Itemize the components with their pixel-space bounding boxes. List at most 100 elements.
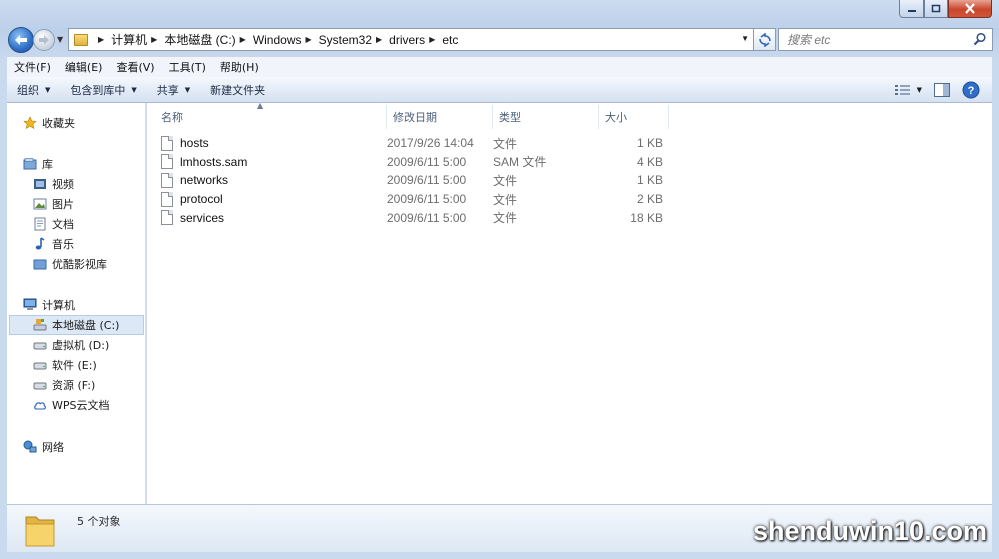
address-bar[interactable]: ▶ 计算机 ▶ 本地磁盘 (C:) ▶ Windows ▶ System32 ▶…: [68, 28, 754, 51]
sidebar-item-label: 虚拟机 (D:): [52, 339, 110, 352]
menu-view[interactable]: 查看(V): [109, 59, 161, 75]
chevron-right-icon[interactable]: ▶: [240, 35, 246, 44]
chevron-right-icon[interactable]: ▶: [98, 35, 104, 44]
file-list: hosts 2017/9/26 14:04 文件 1 KB lmhosts.sa…: [161, 134, 663, 227]
document-icon: [34, 217, 46, 231]
chevron-down-icon: ▼: [131, 85, 137, 94]
file-name: networks: [180, 173, 229, 188]
search-input[interactable]: 搜索 etc: [778, 28, 993, 51]
sidebar-item-label: 文档: [52, 218, 74, 231]
column-header-date[interactable]: 修改日期: [387, 105, 493, 129]
details-view-icon: [894, 85, 910, 95]
file-size: 4 KB: [636, 154, 663, 169]
maximize-icon: [931, 4, 941, 12]
file-row[interactable]: networks 2009/6/11 5:00 文件 1 KB: [161, 171, 663, 190]
preview-pane-icon[interactable]: [934, 83, 950, 97]
address-history-dropdown[interactable]: ▼: [741, 34, 749, 43]
file-size: 1 KB: [636, 173, 663, 188]
breadcrumb-drivers[interactable]: drivers: [389, 33, 425, 47]
sidebar-item-wps-cloud[interactable]: WPS云文档: [7, 395, 146, 415]
file-date: 2017/9/26 14:04: [387, 136, 474, 151]
chevron-right-icon[interactable]: ▶: [376, 35, 382, 44]
sidebar-item-youku-library[interactable]: 优酷影视库: [7, 254, 146, 274]
sidebar-item-documents[interactable]: 文档: [7, 214, 146, 234]
minimize-button[interactable]: [899, 0, 924, 18]
refresh-button[interactable]: [754, 28, 776, 51]
arrow-left-icon: [15, 35, 27, 45]
recent-locations-dropdown[interactable]: ▼: [57, 35, 63, 44]
change-view-button[interactable]: ▼: [894, 84, 922, 96]
file-type: 文件: [493, 211, 518, 226]
chevron-down-icon: ▼: [916, 86, 922, 94]
sidebar-item-local-disk-c[interactable]: 本地磁盘 (C:): [9, 315, 144, 335]
minimize-icon: [907, 9, 916, 12]
sidebar-item-drive-d[interactable]: 虚拟机 (D:): [7, 335, 146, 355]
maximize-button[interactable]: [924, 0, 948, 18]
include-in-library-button[interactable]: 包含到库中 ▼: [60, 82, 146, 98]
new-folder-label: 新建文件夹: [210, 83, 266, 97]
file-row[interactable]: services 2009/6/11 5:00 文件 18 KB: [161, 208, 663, 227]
sidebar-item-music[interactable]: 音乐: [7, 234, 146, 254]
sidebar-item-drive-e[interactable]: 软件 (E:): [7, 355, 146, 375]
chevron-right-icon[interactable]: ▶: [151, 35, 157, 44]
include-in-library-label: 包含到库中: [70, 83, 126, 97]
sidebar-item-videos[interactable]: 视频: [7, 174, 146, 194]
breadcrumb-windows[interactable]: Windows: [253, 33, 302, 47]
network-group: 网络: [7, 437, 146, 457]
file-name-cell: networks: [161, 172, 387, 188]
sidebar-item-pictures[interactable]: 图片: [7, 194, 146, 214]
back-button[interactable]: [8, 27, 34, 53]
media-library-icon: [33, 259, 47, 270]
file-icon: [161, 191, 173, 207]
explorer-window: ▼ ▶ 计算机 ▶ 本地磁盘 (C:) ▶ Windows ▶ System32…: [0, 0, 999, 559]
share-button[interactable]: 共享 ▼: [147, 82, 200, 98]
menu-help[interactable]: 帮助(H): [213, 59, 266, 75]
breadcrumb-etc[interactable]: etc: [442, 33, 458, 47]
libraries-group: 库 视频 图片 文档 音乐 优酷影视库: [7, 154, 146, 274]
system-drive-icon: [33, 319, 47, 331]
chevron-down-icon: ▼: [45, 85, 51, 94]
video-icon: [34, 179, 46, 189]
menu-file[interactable]: 文件(F): [7, 59, 58, 75]
file-size: 1 KB: [636, 136, 663, 151]
forward-button[interactable]: [33, 29, 55, 51]
sidebar-item-libraries[interactable]: 库: [7, 154, 146, 174]
file-type: 文件: [493, 173, 518, 188]
sidebar-item-computer[interactable]: 计算机: [7, 295, 146, 315]
share-label: 共享: [156, 83, 179, 97]
navigation-pane: 收藏夹 库 视频 图片 文档 音乐 优酷影视库 计算机 本地磁盘 (C:) 虚拟…: [7, 103, 146, 504]
folder-icon: [74, 33, 88, 46]
column-header-name[interactable]: ▲ 名称: [147, 101, 387, 129]
breadcrumb-computer[interactable]: 计算机: [111, 31, 147, 48]
new-folder-button[interactable]: 新建文件夹: [200, 82, 275, 98]
breadcrumb-local-disk[interactable]: 本地磁盘 (C:): [164, 31, 235, 48]
picture-icon: [33, 198, 47, 210]
close-button[interactable]: [948, 0, 992, 18]
file-row[interactable]: protocol 2009/6/11 5:00 文件 2 KB: [161, 190, 663, 209]
file-icon: [161, 172, 173, 188]
sidebar-item-label: 计算机: [42, 299, 75, 312]
column-header-type[interactable]: 类型: [493, 105, 599, 129]
file-size: 18 KB: [630, 210, 663, 225]
breadcrumb-system32[interactable]: System32: [319, 33, 372, 47]
sidebar-item-drive-f[interactable]: 资源 (F:): [7, 375, 146, 395]
organize-button[interactable]: 组织 ▼: [7, 82, 60, 98]
chevron-right-icon[interactable]: ▶: [306, 35, 312, 44]
file-row[interactable]: lmhosts.sam 2009/6/11 5:00 SAM 文件 4 KB: [161, 153, 663, 172]
chevron-right-icon[interactable]: ▶: [429, 35, 435, 44]
sidebar-item-network[interactable]: 网络: [7, 437, 146, 457]
sidebar-item-label: 软件 (E:): [52, 359, 97, 372]
file-icon: [161, 135, 173, 151]
menu-edit[interactable]: 编辑(E): [58, 59, 110, 75]
sort-ascending-icon: ▲: [257, 101, 264, 110]
arrow-right-icon: [39, 35, 49, 45]
sidebar-item-favorites[interactable]: 收藏夹: [7, 113, 146, 133]
search-icon[interactable]: [973, 32, 987, 46]
column-header-label: 类型: [499, 111, 521, 124]
column-header-size[interactable]: 大小: [599, 105, 669, 129]
organize-label: 组织: [17, 83, 39, 97]
command-bar: 组织 ▼ 包含到库中 ▼ 共享 ▼ 新建文件夹 ▼ ?: [7, 77, 992, 103]
help-icon[interactable]: ?: [962, 81, 980, 99]
file-row[interactable]: hosts 2017/9/26 14:04 文件 1 KB: [161, 134, 663, 153]
menu-tools[interactable]: 工具(T): [162, 59, 213, 75]
